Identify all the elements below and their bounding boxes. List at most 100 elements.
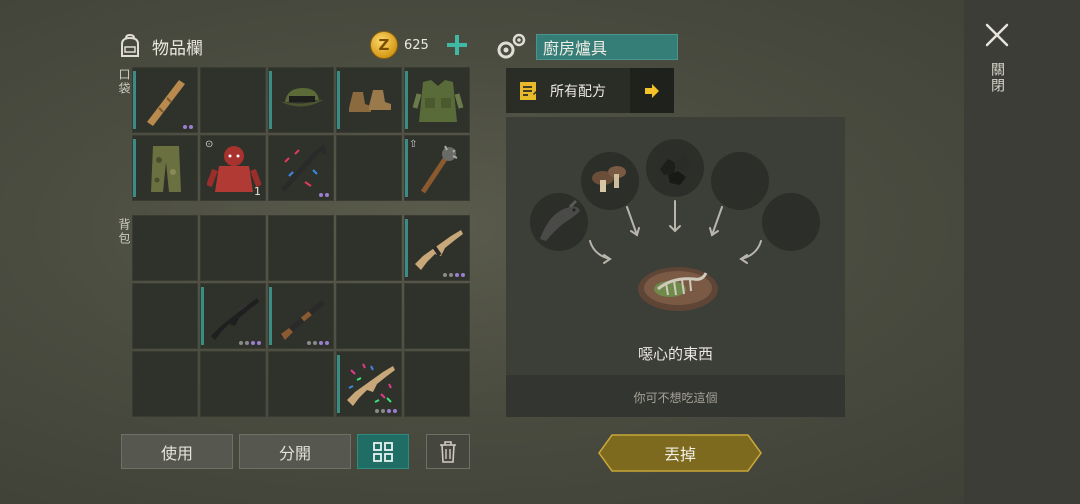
rarity-dot bbox=[375, 409, 379, 413]
rarity-dot bbox=[325, 193, 329, 197]
backpack-slot-scar-rifle[interactable] bbox=[404, 215, 470, 281]
inventory-title: 物品欄 bbox=[152, 38, 203, 59]
camo-pants-icon bbox=[151, 146, 181, 192]
pocket-slot-cap[interactable] bbox=[268, 67, 334, 133]
ingredient-coal-slot[interactable] bbox=[646, 139, 704, 197]
backpack-label: 背包 bbox=[117, 218, 131, 246]
backpack-slot-m16-rifle[interactable] bbox=[200, 283, 266, 349]
pocket-slot-spiked-bat[interactable]: ⇧ bbox=[404, 135, 470, 201]
close-icon bbox=[985, 23, 1009, 47]
scar-rifle-icon bbox=[415, 230, 463, 270]
rarity-dot bbox=[307, 341, 311, 345]
tactical-vest-icon bbox=[412, 80, 464, 122]
rarity-dots bbox=[375, 409, 397, 413]
rarity-dot bbox=[443, 273, 447, 277]
shotgun-icon bbox=[279, 300, 325, 340]
recipe-next-button[interactable] bbox=[630, 68, 674, 113]
decorated-crowbar-icon bbox=[281, 144, 327, 192]
pocket-slot-decorated-crowbar[interactable] bbox=[268, 135, 334, 201]
discard-button[interactable]: 丟掉 bbox=[598, 434, 762, 472]
all-recipes-button[interactable]: 所有配方 bbox=[506, 68, 630, 113]
crafting-panel: 噁心的東西 你可不想吃這個 bbox=[506, 117, 845, 417]
coin-amount: 625 bbox=[404, 37, 429, 53]
backpack-slot-empty[interactable] bbox=[132, 283, 198, 349]
pocket-slot-boots[interactable] bbox=[336, 67, 402, 133]
add-coins-button[interactable] bbox=[446, 35, 467, 55]
backpack-slot-decorated-rifle[interactable] bbox=[336, 351, 402, 417]
backpack-slot-empty[interactable] bbox=[404, 283, 470, 349]
decorated-rifle-icon bbox=[347, 363, 395, 406]
discard-label: 丟掉 bbox=[663, 445, 696, 464]
pocket-slot-wooden-plank[interactable] bbox=[132, 67, 198, 133]
inventory-header: 物品欄 bbox=[116, 30, 203, 62]
backpack-slot-shotgun[interactable] bbox=[268, 283, 334, 349]
recipe-book-icon bbox=[520, 81, 539, 100]
pocket-slot-empty[interactable] bbox=[200, 67, 266, 133]
pocket-grid: 1 ⊙ ⇧ bbox=[132, 67, 470, 201]
pocket-slot-camo-pants[interactable] bbox=[132, 135, 198, 201]
rarity-dot bbox=[325, 341, 329, 345]
use-button[interactable]: 使用 bbox=[121, 434, 233, 469]
rarity-dot bbox=[319, 193, 323, 197]
rarity-dot bbox=[239, 341, 243, 345]
backpack-slot-empty[interactable] bbox=[404, 351, 470, 417]
rarity-dot bbox=[313, 341, 317, 345]
timer-icon: ⊙ bbox=[205, 139, 214, 150]
side-panel bbox=[964, 0, 1080, 504]
close-button[interactable] bbox=[980, 18, 1014, 52]
rarity-dot bbox=[189, 125, 193, 129]
sort-grid-button[interactable] bbox=[357, 434, 409, 469]
backpack-icon bbox=[121, 33, 139, 57]
pocket-label: 口袋 bbox=[117, 68, 131, 96]
rarity-dot bbox=[387, 409, 391, 413]
rarity-dots bbox=[307, 341, 329, 345]
all-recipes-label: 所有配方 bbox=[550, 83, 606, 100]
pocket-slot-tactical-vest[interactable] bbox=[404, 67, 470, 133]
rarity-dot bbox=[251, 341, 255, 345]
result-name: 噁心的東西 bbox=[637, 345, 713, 363]
rarity-dots bbox=[239, 341, 261, 345]
rarity-dot bbox=[393, 409, 397, 413]
close-label: 關閉 bbox=[989, 62, 1005, 94]
coal-icon bbox=[660, 155, 690, 185]
rarity-dots bbox=[183, 125, 193, 129]
rarity-dot bbox=[183, 125, 187, 129]
rarity-dots bbox=[443, 273, 465, 277]
backpack-slot-empty[interactable] bbox=[132, 351, 198, 417]
split-button[interactable]: 分開 bbox=[239, 434, 351, 469]
station-name: 廚房爐具 bbox=[536, 34, 678, 60]
cap-icon bbox=[281, 88, 323, 107]
rarity-dot bbox=[381, 409, 385, 413]
upgrade-icon: ⇧ bbox=[409, 139, 418, 150]
rarity-dot bbox=[245, 341, 249, 345]
boots-icon bbox=[349, 90, 391, 112]
backpack-slot-empty[interactable] bbox=[200, 351, 266, 417]
wooden-plank-icon bbox=[147, 80, 185, 126]
result-dish-icon bbox=[638, 267, 718, 311]
backpack-slot-empty[interactable] bbox=[336, 215, 402, 281]
trash-button[interactable] bbox=[426, 434, 470, 469]
recipe-bar: 所有配方 bbox=[506, 68, 674, 113]
rarity-dot bbox=[319, 341, 323, 345]
rarity-dots bbox=[319, 193, 329, 197]
backpack-slot-empty[interactable] bbox=[268, 351, 334, 417]
result-description: 你可不想吃這個 bbox=[633, 391, 718, 405]
red-hoodie-icon bbox=[207, 146, 261, 192]
backpack-slot-empty[interactable] bbox=[336, 283, 402, 349]
coin-icon: Z bbox=[370, 31, 398, 59]
backpack-slot-empty[interactable] bbox=[132, 215, 198, 281]
item-quantity: 1 bbox=[254, 185, 261, 198]
pocket-slot-red-hoodie[interactable]: 1 ⊙ bbox=[200, 135, 266, 201]
m16-rifle-icon bbox=[211, 298, 259, 340]
rarity-dot bbox=[461, 273, 465, 277]
rarity-dot bbox=[455, 273, 459, 277]
gears-icon bbox=[497, 33, 526, 59]
backpack-grid bbox=[132, 215, 470, 417]
trash-icon bbox=[440, 440, 456, 463]
rarity-dot bbox=[257, 341, 261, 345]
backpack-slot-empty[interactable] bbox=[200, 215, 266, 281]
backpack-slot-empty[interactable] bbox=[268, 215, 334, 281]
crafting-header: 廚房爐具 bbox=[494, 32, 678, 62]
pocket-slot-empty[interactable] bbox=[336, 135, 402, 201]
grid-icon bbox=[373, 441, 393, 462]
